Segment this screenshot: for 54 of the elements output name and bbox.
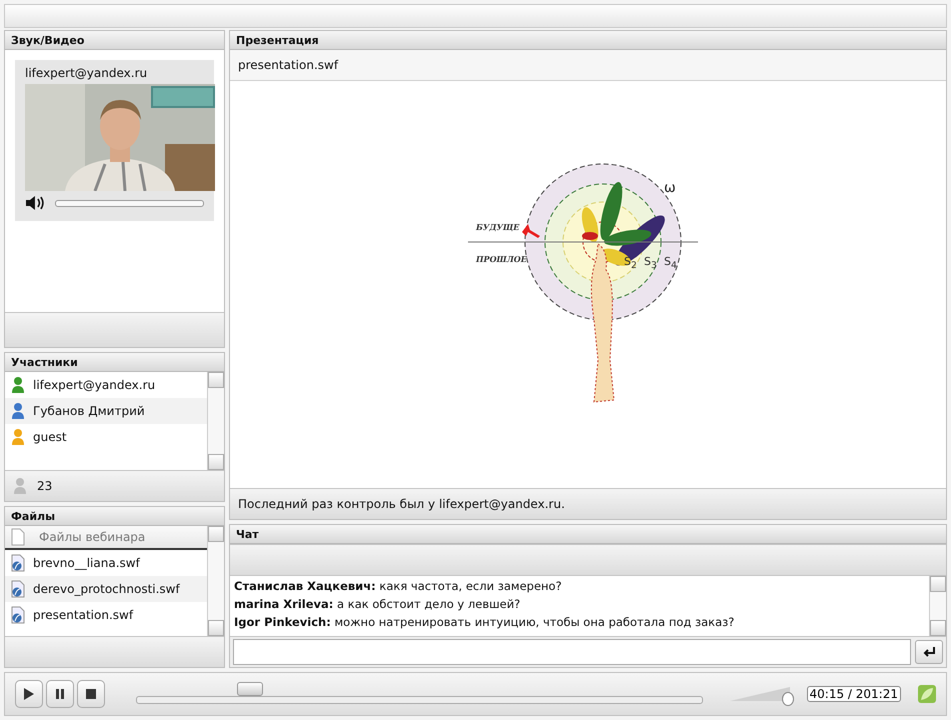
send-button[interactable] (915, 640, 943, 664)
message-input[interactable] (233, 639, 911, 665)
participant-name: Губанов Дмитрий (33, 404, 145, 418)
file-name: presentation.swf (238, 58, 338, 72)
panel-title: Участники (5, 353, 224, 372)
scrollbar[interactable] (929, 576, 946, 636)
scrollbar[interactable] (207, 526, 224, 636)
video-username: lifexpert@yandex.ru (25, 66, 148, 80)
pause-icon (56, 689, 64, 699)
participant-name: lifexpert@yandex.ru (33, 378, 156, 392)
chat-message: marina Xrileva: а как обстоит дело у левшей? (234, 596, 522, 613)
play-icon (24, 688, 34, 700)
stop-button[interactable] (77, 680, 105, 708)
participant-name: guest (33, 430, 67, 444)
panel-title: Файлы (5, 507, 224, 526)
ring-label: S$_{4}$ (664, 254, 677, 272)
scrollbar[interactable] (207, 372, 224, 470)
leaf-icon[interactable] (918, 685, 936, 703)
seek-bar[interactable] (136, 682, 703, 706)
user-icon (11, 402, 25, 420)
user-icon (11, 376, 25, 394)
file-item[interactable]: derevo_protochnosti.swf (5, 576, 207, 602)
enter-icon (922, 646, 936, 658)
ring-label: S$_{2}$ (624, 254, 637, 272)
column-header[interactable]: Файлы вебинара (5, 526, 207, 550)
document-icon (11, 528, 25, 546)
time-display: 40:15 / 201:21 (806, 686, 901, 702)
volume-slider[interactable] (54, 200, 204, 206)
participant-count: 23 (37, 479, 52, 493)
user-icon (11, 428, 25, 446)
pause-button[interactable] (46, 680, 74, 708)
file-name: presentation.swf (33, 608, 134, 622)
future-label: БУДУЩЕ (476, 222, 520, 232)
stop-icon (86, 689, 96, 699)
panel-title: Презентация (230, 31, 946, 50)
file-icon (11, 580, 25, 598)
seek-thumb[interactable] (237, 682, 264, 696)
file-icon (11, 554, 25, 572)
ring-label: S$_{3}$ (644, 254, 657, 272)
volume-thumb[interactable] (782, 692, 794, 706)
status-text: Последний раз контроль был у lifexpert@yandex.ru. (238, 497, 565, 511)
file-name: derevo_protochnosti.swf (33, 582, 180, 596)
omega-label: ω (664, 180, 676, 196)
past-label: ПРОШЛОЕ (476, 254, 527, 264)
panel-title: Звук/Видео (5, 31, 224, 50)
speaker-icon[interactable] (25, 195, 45, 211)
file-icon (11, 606, 25, 624)
user-icon (13, 477, 27, 495)
participant-item[interactable]: Губанов Дмитрий (5, 398, 207, 424)
panel-title: Чат (230, 525, 946, 544)
chat-message: Станислав Хацкевич: какя частота, если замерено? (234, 578, 563, 595)
file-name: brevno__liana.swf (33, 556, 140, 570)
play-button[interactable] (15, 680, 43, 708)
chat-message: Igor Pinkevich: можно натренировать интуицию, чтобы она работала под заказ? (234, 614, 736, 631)
